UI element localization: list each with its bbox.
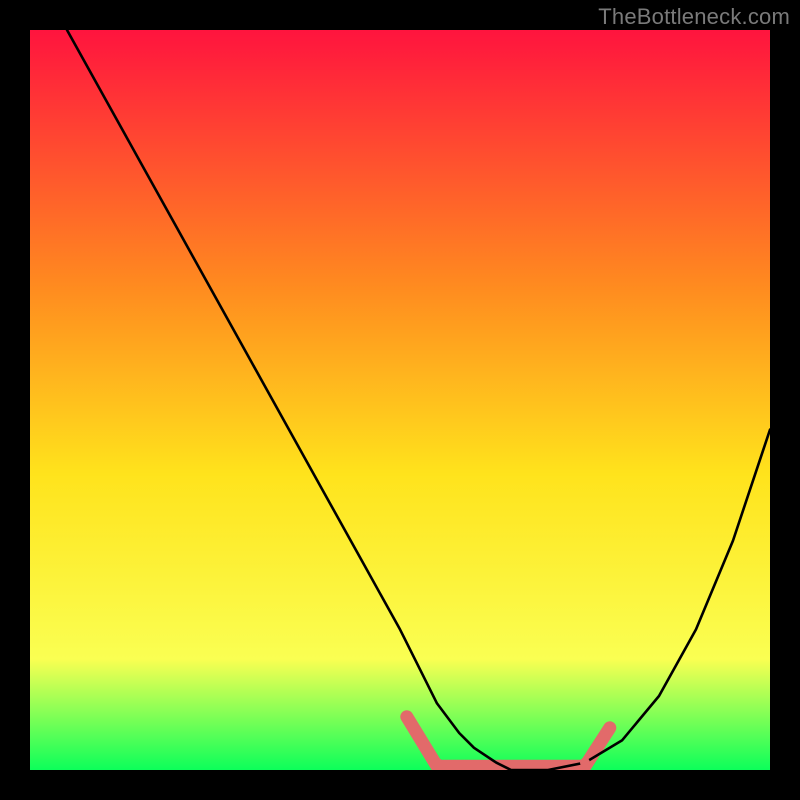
chart-frame: TheBottleneck.com (0, 0, 800, 800)
chart-svg (30, 30, 770, 770)
plot-area (30, 30, 770, 770)
gradient-background (30, 30, 770, 770)
watermark-text: TheBottleneck.com (598, 4, 790, 30)
marker-flat-start (432, 758, 442, 768)
marker-flat-end (580, 758, 590, 768)
